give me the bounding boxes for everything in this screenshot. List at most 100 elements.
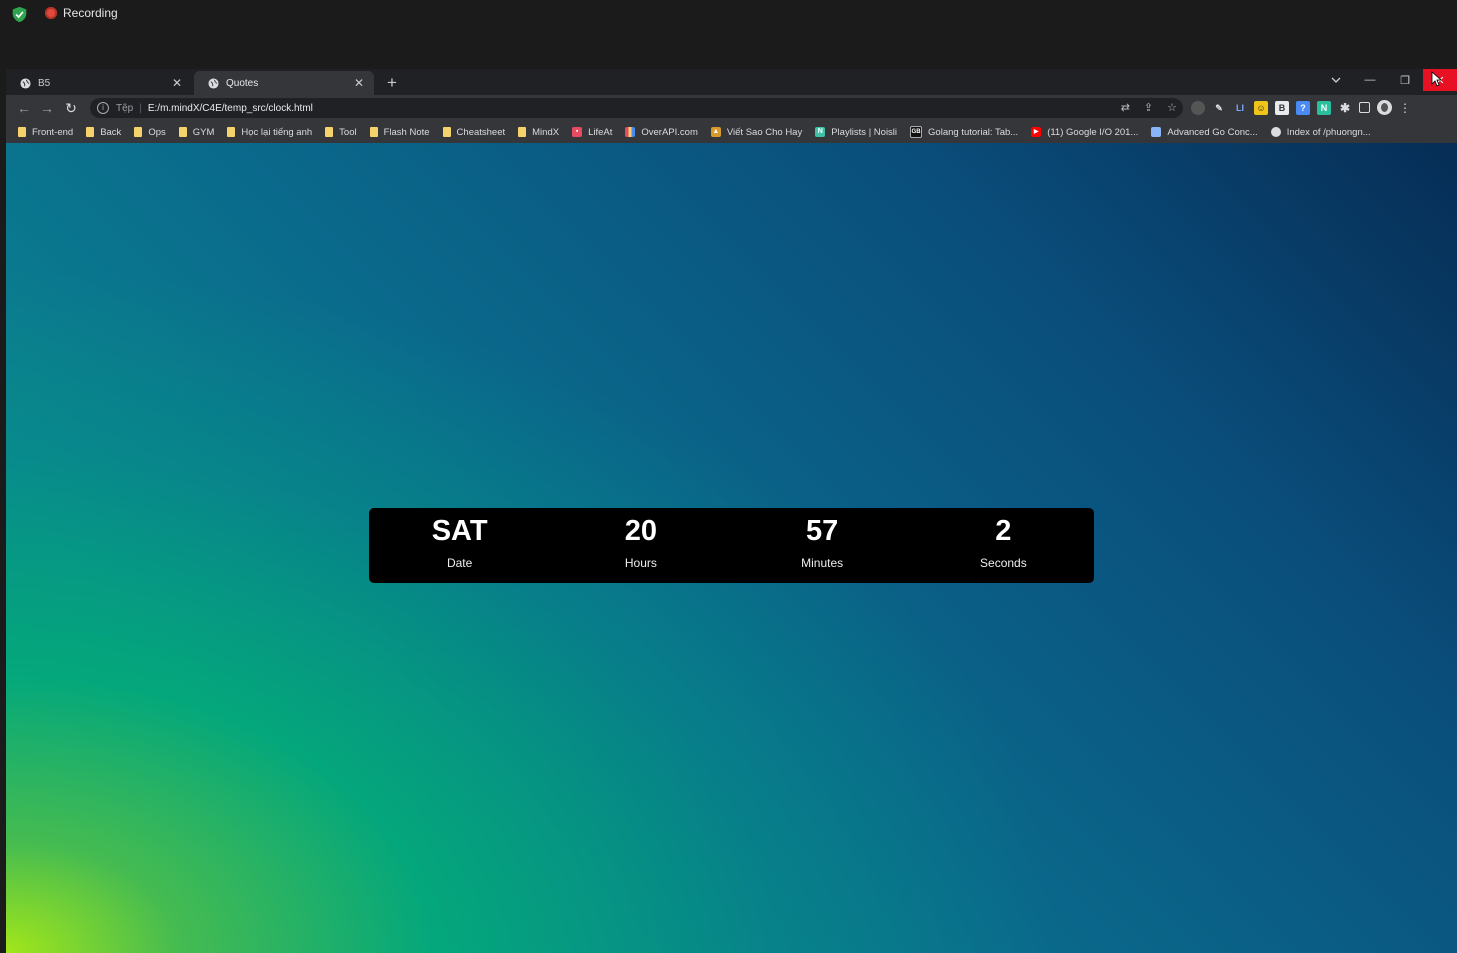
recording-label: Recording <box>63 6 118 20</box>
bookmark-label: Playlists | Noisli <box>831 126 898 138</box>
share-icon[interactable]: ⇪ <box>1144 101 1153 114</box>
globe-icon <box>208 77 219 89</box>
bookmark-item[interactable]: Advanced Go Conc... <box>1151 126 1258 138</box>
tab-title: B5 <box>38 77 51 89</box>
bookmark-item[interactable]: MindX <box>518 127 559 138</box>
tab-quotes[interactable]: Quotes ✕ <box>194 71 374 95</box>
bookmark-item[interactable]: GYM <box>178 127 214 138</box>
folder-icon <box>369 127 378 137</box>
side-panel-icon[interactable] <box>1359 102 1370 113</box>
folder-icon <box>518 127 527 137</box>
bookmark-label: Tool <box>339 126 357 138</box>
extension-badge-icon[interactable]: ? <box>1296 100 1310 115</box>
li-extension-icon[interactable]: LI <box>1233 101 1247 115</box>
bookmark-item[interactable]: Tool <box>325 126 357 138</box>
clock-hours: 20 Hours <box>550 508 731 583</box>
bookmark-item[interactable]: Back <box>86 127 121 138</box>
chevron-down-icon[interactable] <box>1329 73 1343 87</box>
bookmark-label: Cheatsheet <box>456 126 506 138</box>
address-bar[interactable]: i Tệp | E:/m.mindX/C4E/temp_src/clock.ht… <box>90 98 1183 118</box>
bookmark-label: Index of /phuongn... <box>1286 126 1371 138</box>
scheme-label: Tệp <box>116 102 134 114</box>
mouse-cursor-icon <box>1431 71 1443 87</box>
shield-check-icon <box>12 6 27 23</box>
clock-minutes: 57 Minutes <box>732 508 913 583</box>
bookmark-label: Front-end <box>32 126 74 138</box>
bookmark-label: Học lại tiếng anh <box>241 126 313 138</box>
browser-toolbar: ← → ↻ i Tệp | E:/m.mindX/C4E/temp_src/cl… <box>6 95 1457 121</box>
clock-seconds: 2 Seconds <box>913 508 1094 583</box>
back-arrow-icon[interactable]: ← <box>16 100 32 116</box>
screen-recorder-bar: Recording <box>0 0 1457 28</box>
bookmark-item[interactable]: GB Golang tutorial: Tab... <box>910 126 1018 138</box>
hours-value: 20 <box>624 515 657 547</box>
divider: | <box>139 102 142 114</box>
clock-date: SAT Date <box>369 508 550 583</box>
bookmark-item[interactable]: Ops <box>134 126 166 138</box>
page-viewport: SAT Date 20 Hours 57 Minutes 2 Seconds <box>6 143 1457 953</box>
seconds-value: 2 <box>995 515 1012 547</box>
hours-label: Hours <box>624 556 657 570</box>
gb-icon: GB <box>910 126 923 138</box>
globe-icon <box>20 77 31 89</box>
bookmark-item[interactable]: ▶ (11) Google I/O 201... <box>1031 127 1138 138</box>
bookmark-item[interactable]: ▪ LifeAt <box>572 127 612 138</box>
globe-icon <box>1270 127 1281 137</box>
bookmark-item[interactable]: ▲ Viết Sao Cho Hay <box>710 127 802 138</box>
bookmark-label: Flash Note <box>383 126 430 138</box>
bookmark-label: Back <box>100 126 122 138</box>
tab-b5[interactable]: B5 ✕ <box>6 71 192 95</box>
extension-icon[interactable] <box>1191 100 1205 115</box>
bookmark-label: OverAPI.com <box>641 126 698 138</box>
omnibox-actions: ⇄ ⇪ ☆ <box>1121 101 1177 114</box>
bookmark-item[interactable]: OverAPI.com <box>625 127 698 138</box>
bookmark-item[interactable]: Index of /phuongn... <box>1270 126 1371 138</box>
noisli-icon: N <box>815 127 826 137</box>
lifeat-icon: ▪ <box>572 127 583 137</box>
new-tab-plus-icon[interactable]: + <box>382 73 402 93</box>
bookmark-item[interactable]: N Playlists | Noisli <box>815 127 897 138</box>
extension-badge-icon[interactable]: ☺ <box>1254 100 1268 115</box>
folder-icon <box>134 127 143 137</box>
browser-window: B5 ✕ Quotes ✕ + — ❐ ✕ ← → ↻ i Tệp | E:/m… <box>6 69 1457 953</box>
bookmark-label: Ops <box>148 126 166 138</box>
minutes-label: Minutes <box>801 556 844 570</box>
bookmark-item[interactable]: Cheatsheet <box>442 126 506 138</box>
close-tab-icon[interactable]: ✕ <box>352 76 366 90</box>
bookmark-label: MindX <box>532 126 560 138</box>
bookmark-label: Advanced Go Conc... <box>1167 126 1258 138</box>
forward-arrow-icon[interactable]: → <box>39 100 55 116</box>
reload-icon[interactable]: ↻ <box>63 100 79 116</box>
url-text[interactable]: E:/m.mindX/C4E/temp_src/clock.html <box>148 103 313 114</box>
bookmark-item[interactable]: Học lại tiếng anh <box>227 127 312 138</box>
restore-icon[interactable]: ❐ <box>1388 69 1422 91</box>
bookmark-label: (11) Google I/O 201... <box>1047 126 1139 138</box>
folder-icon <box>178 127 187 137</box>
b-extension-icon[interactable]: B <box>1275 100 1289 115</box>
info-icon[interactable]: i <box>97 102 109 114</box>
recording-indicator[interactable]: Recording <box>45 6 118 20</box>
folder-icon <box>442 127 451 137</box>
minimize-icon[interactable]: — <box>1353 69 1387 91</box>
folder-icon <box>18 127 26 137</box>
tab-strip: B5 ✕ Quotes ✕ + — ❐ ✕ <box>6 69 1457 95</box>
extension-icons: ✎ LI ☺ B ? N ✱ ⋮ <box>1191 100 1411 115</box>
puzzle-extensions-icon[interactable]: ✱ <box>1338 101 1352 115</box>
n-extension-icon[interactable]: N <box>1317 100 1331 115</box>
bookmark-item[interactable]: Front-end <box>18 127 73 138</box>
bookmarks-bar: Front-end Back Ops GYM Học lại tiếng anh… <box>6 121 1457 143</box>
record-dot-icon <box>45 7 57 19</box>
bookmark-item[interactable]: Flash Note <box>369 126 430 138</box>
overapi-icon <box>625 127 636 137</box>
minutes-value: 57 <box>805 515 839 547</box>
star-icon[interactable]: ☆ <box>1167 101 1177 114</box>
folder-icon <box>325 127 334 137</box>
more-menu-icon[interactable]: ⋮ <box>1399 101 1411 115</box>
clock-panel: SAT Date 20 Hours 57 Minutes 2 Seconds <box>369 508 1094 583</box>
doc-icon <box>1151 127 1162 137</box>
close-tab-icon[interactable]: ✕ <box>170 76 184 90</box>
tab-title: Quotes <box>226 77 259 89</box>
translate-icon[interactable]: ⇄ <box>1121 101 1130 114</box>
profile-avatar[interactable] <box>1377 100 1392 115</box>
pen-extension-icon[interactable]: ✎ <box>1212 101 1226 115</box>
